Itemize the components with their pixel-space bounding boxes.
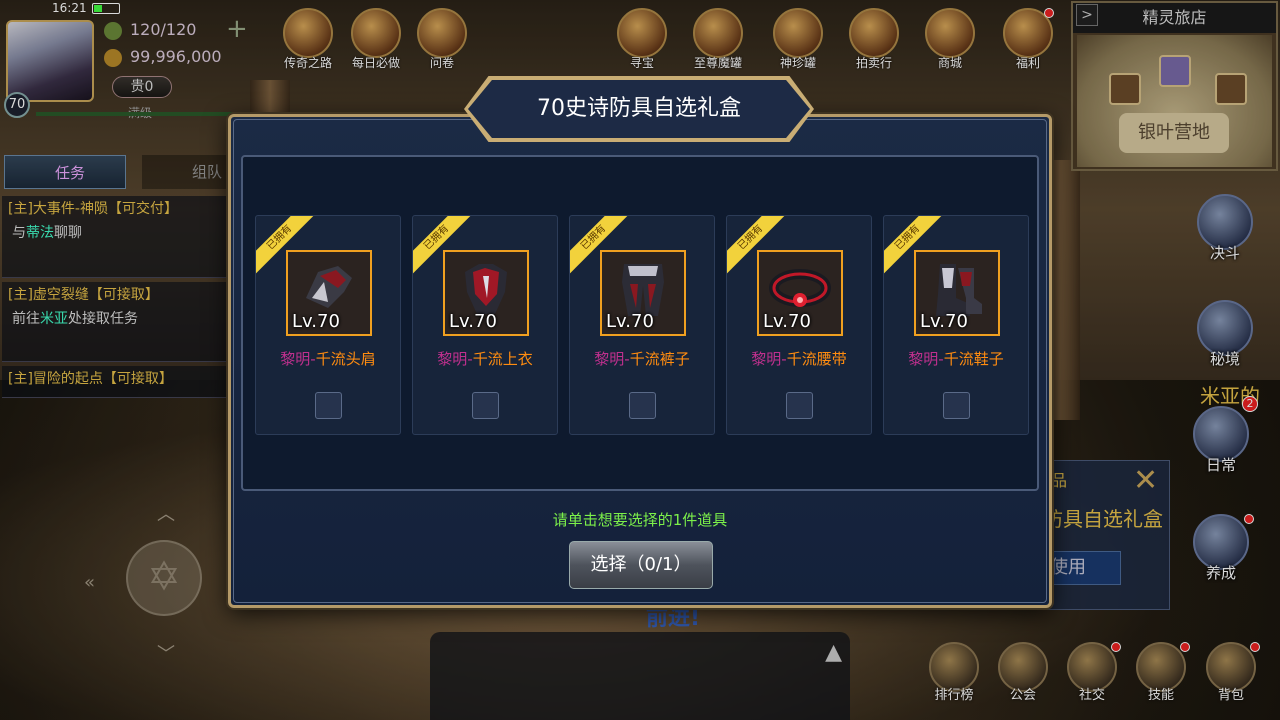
item-name: 黎明-千流上衣 xyxy=(437,350,533,368)
owned-badge: 已拥有 xyxy=(570,216,628,274)
item-card[interactable]: Lv.70 已拥有 黎明-千流腰带 xyxy=(726,215,872,435)
item-name: 黎明-千流裤子 xyxy=(594,350,690,368)
select-button[interactable]: 选择（0/1） xyxy=(569,541,713,589)
owned-badge: 已拥有 xyxy=(413,216,471,274)
item-name: 黎明-千流头肩 xyxy=(280,350,376,368)
item-name: 黎明-千流腰带 xyxy=(751,350,847,368)
item-card[interactable]: Lv.70 已拥有 黎明-千流头肩 xyxy=(255,215,401,435)
item-name: 黎明-千流鞋子 xyxy=(908,350,1004,368)
item-checkbox[interactable] xyxy=(786,392,813,419)
item-list-panel: Lv.70 已拥有 黎明-千流头肩 Lv.70 已拥有 黎明-千流上衣 Lv.7… xyxy=(241,155,1039,491)
selection-hint: 请单击想要选择的1件道具 xyxy=(552,511,728,529)
dialog-title: 70史诗防具自选礼盒 xyxy=(537,96,741,121)
item-card[interactable]: Lv.70 已拥有 黎明-千流上衣 xyxy=(412,215,558,435)
item-card[interactable]: Lv.70 已拥有 黎明-千流裤子 xyxy=(569,215,715,435)
gift-box-dialog: Lv.70 已拥有 黎明-千流头肩 Lv.70 已拥有 黎明-千流上衣 Lv.7… xyxy=(228,114,1052,608)
owned-badge: 已拥有 xyxy=(727,216,785,274)
item-checkbox[interactable] xyxy=(629,392,656,419)
owned-badge: 已拥有 xyxy=(256,216,314,274)
item-checkbox[interactable] xyxy=(472,392,499,419)
item-checkbox[interactable] xyxy=(943,392,970,419)
item-card[interactable]: Lv.70 已拥有 黎明-千流鞋子 xyxy=(883,215,1029,435)
owned-badge: 已拥有 xyxy=(884,216,942,274)
item-checkbox[interactable] xyxy=(315,392,342,419)
